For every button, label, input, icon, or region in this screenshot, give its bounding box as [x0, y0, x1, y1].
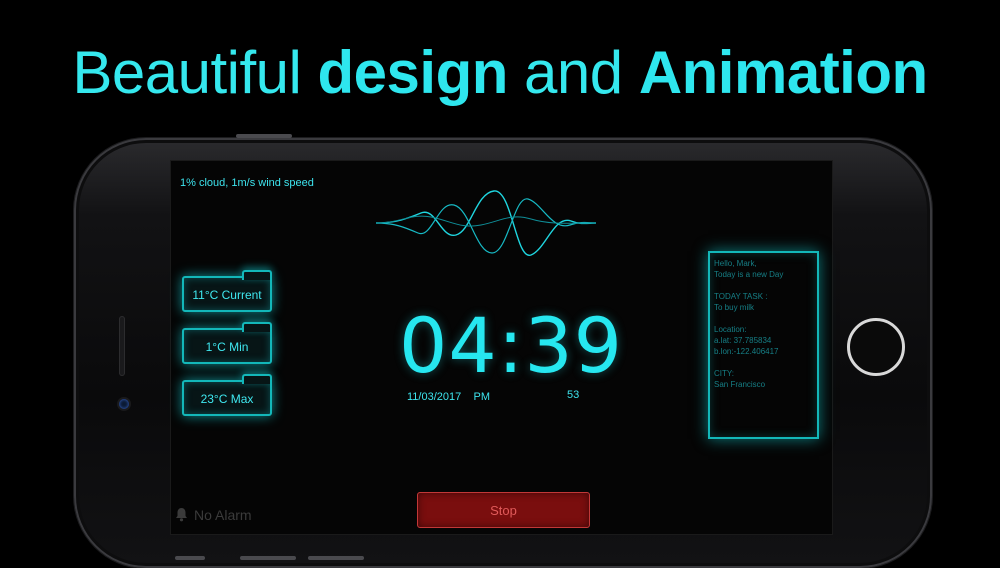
location-lon: b.lon:-122.406417: [714, 347, 779, 356]
clock-seconds: 53: [567, 389, 580, 401]
city-header: CITY:: [714, 369, 735, 378]
phone-top-button: [236, 134, 292, 138]
message-line-2: Today is a new Day: [714, 270, 784, 279]
stop-button[interactable]: Stop: [417, 492, 590, 528]
phone-bottom-button-1: [175, 556, 205, 560]
current-temp-card[interactable]: 11°C Current: [182, 270, 272, 312]
headline: Beautiful design and Animation: [0, 38, 1000, 107]
clock-date: 11/03/2017: [407, 391, 462, 403]
alarm-label: No Alarm: [194, 507, 252, 523]
task-header: TODAY TASK :: [714, 292, 768, 301]
message-panel: Hello, Mark, Today is a new Day TODAY TA…: [708, 251, 819, 439]
location-header: Location:: [714, 325, 747, 334]
message-greeting: Hello, Mark,: [714, 259, 757, 268]
sound-wave-animation: [376, 190, 596, 256]
headline-part-1: Beautiful: [72, 39, 318, 106]
home-button[interactable]: [847, 318, 905, 376]
bell-icon: [176, 508, 187, 522]
max-temp-label: 23°C Max: [200, 392, 254, 406]
location-lat: a.lat: 37.785834: [714, 336, 772, 345]
clock-time: 04:39: [399, 301, 624, 390]
phone-bottom-button-2: [240, 556, 296, 560]
max-temp-card[interactable]: 23°C Max: [182, 374, 272, 416]
min-temp-label: 1°C Min: [205, 340, 249, 354]
current-temp-label: 11°C Current: [192, 288, 262, 302]
headline-part-2: design: [317, 39, 509, 106]
alarm-status[interactable]: No Alarm: [175, 507, 252, 523]
task-item: To buy milk: [714, 303, 755, 312]
headline-part-4: Animation: [638, 39, 928, 106]
city-name: San Francisco: [714, 380, 766, 389]
weather-description: 1% cloud, 1m/s wind speed: [180, 177, 314, 189]
speaker-slot: [119, 316, 125, 376]
headline-part-3: and: [507, 39, 639, 106]
clock-ampm: PM: [473, 391, 490, 403]
app-screen: 1% cloud, 1m/s wind speed 11°C Current 1…: [170, 160, 833, 535]
stop-button-label: Stop: [490, 502, 517, 518]
camera-lens: [119, 399, 129, 409]
min-temp-card[interactable]: 1°C Min: [182, 322, 272, 364]
phone-bottom-button-3: [308, 556, 364, 560]
wave-line-2: [376, 198, 596, 254]
clock-date-line: 11/03/2017 PM: [407, 391, 490, 403]
